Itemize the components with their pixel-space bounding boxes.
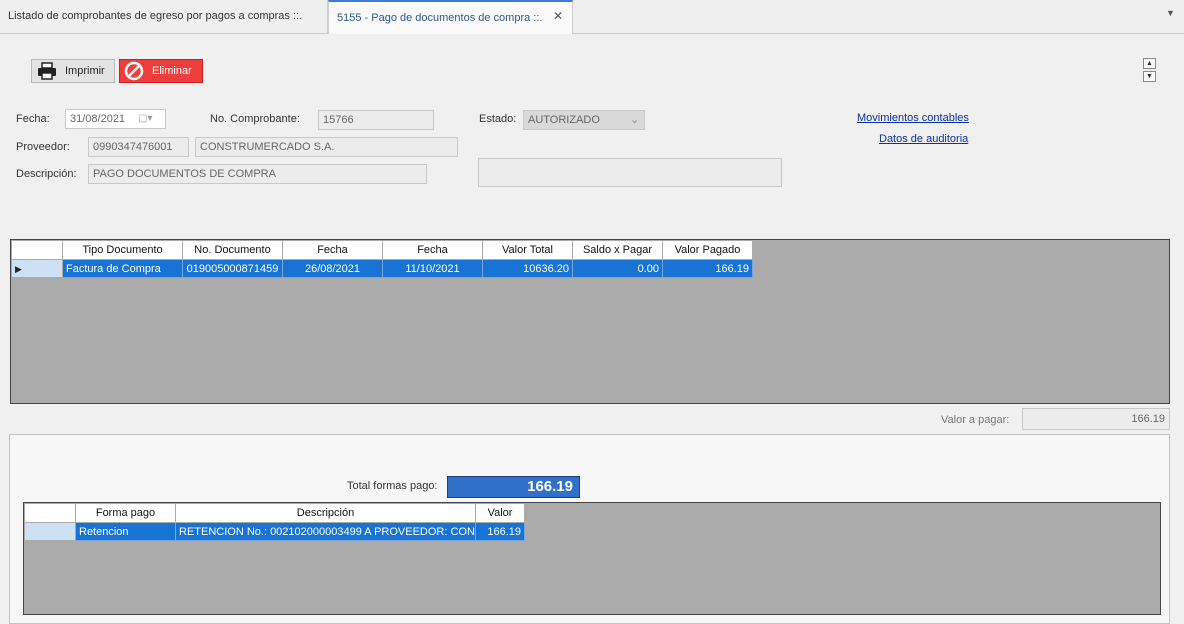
payments-table: Forma pago Descripción Valor Retencion R… (24, 503, 525, 541)
cell-tipo-documento[interactable]: Factura de Compra (62, 259, 183, 278)
estado-value: AUTORIZADO (528, 114, 600, 126)
comprobante-label: No. Comprobante: (210, 113, 300, 125)
prohibited-icon (124, 61, 144, 81)
valor-pagar-label: Valor a pagar: (941, 414, 1010, 426)
chevron-down-icon[interactable]: ▼ (1166, 8, 1175, 18)
printer-icon (38, 62, 56, 80)
total-formas-field[interactable]: 166.19 (447, 476, 580, 498)
cell-saldo-pagar[interactable]: 0.00 (572, 259, 663, 278)
documents-grid[interactable]: Tipo Documento No. Documento Fecha Fecha… (10, 239, 1170, 404)
documents-table: Tipo Documento No. Documento Fecha Fecha… (11, 240, 753, 278)
col-tipo-documento[interactable]: Tipo Documento (62, 240, 183, 260)
descripcion-label: Descripción: (16, 168, 77, 180)
payments-header-row: Forma pago Descripción Valor (24, 503, 525, 523)
tab-strip: Listado de comprobantes de egreso por pa… (0, 0, 1184, 34)
chevron-down-icon: ⌄ (630, 114, 640, 126)
delete-button[interactable]: Eliminar (119, 59, 203, 83)
estado-label: Estado: (479, 113, 517, 125)
cell-fecha-vencimiento[interactable]: 11/10/2021 (382, 259, 483, 278)
cell-descripcion[interactable]: RETENCION No.: 002102000003499 A PROVEED… (175, 522, 476, 541)
col-valor-total[interactable]: Valor Total (482, 240, 573, 260)
movimientos-contables-link[interactable]: Movimientos contables (857, 112, 969, 124)
table-row[interactable]: Retencion RETENCION No.: 002102000003499… (24, 522, 525, 541)
valor-pagar-field[interactable]: 166.19 (1022, 408, 1170, 430)
table-row[interactable]: ▶ Factura de Compra 019005000871459 26/0… (11, 259, 753, 278)
cell-valor-pagado[interactable]: 166.19 (662, 259, 753, 278)
col-valor[interactable]: Valor (475, 503, 525, 523)
cell-forma-pago[interactable]: Retencion (75, 522, 176, 541)
col-saldo-pagar[interactable]: Saldo x Pagar (572, 240, 663, 260)
row-indicator-header (24, 503, 76, 523)
col-valor-pagado[interactable]: Valor Pagado (662, 240, 753, 260)
col-fecha[interactable]: Fecha (282, 240, 383, 260)
tab-listado-comprobantes[interactable]: Listado de comprobantes de egreso por pa… (0, 0, 328, 33)
delete-label: Eliminar (152, 65, 192, 77)
cell-fecha[interactable]: 26/08/2021 (282, 259, 383, 278)
fecha-field[interactable]: 31/08/2021 ▢▾ (65, 109, 166, 129)
fecha-label: Fecha: (16, 113, 50, 125)
col-fecha-vencimiento[interactable]: Fecha (382, 240, 483, 260)
fecha-value: 31/08/2021 (70, 113, 126, 125)
observacion-field[interactable] (478, 158, 782, 187)
cell-no-documento[interactable]: 019005000871459 (182, 259, 283, 278)
datos-auditoria-link[interactable]: Datos de auditoria (879, 133, 968, 145)
comprobante-field[interactable]: 15766 (318, 110, 434, 130)
documents-header-row: Tipo Documento No. Documento Fecha Fecha… (11, 240, 753, 260)
triangle-right-icon: ▶ (15, 263, 22, 274)
close-icon[interactable]: ✕ (553, 9, 563, 23)
proveedor-label: Proveedor: (16, 141, 70, 153)
calendar-dropdown-icon[interactable]: ▢▾ (138, 110, 152, 128)
cell-valor[interactable]: 166.19 (475, 522, 525, 541)
row-indicator-header (11, 240, 63, 260)
payments-grid[interactable]: Forma pago Descripción Valor Retencion R… (23, 502, 1161, 615)
scroll-down-icon[interactable]: ▼ (1143, 71, 1156, 82)
row-indicator[interactable] (24, 522, 76, 541)
row-indicator[interactable]: ▶ (11, 259, 63, 278)
print-button[interactable]: Imprimir (31, 59, 115, 83)
col-no-documento[interactable]: No. Documento (182, 240, 283, 260)
proveedor-ruc-field[interactable]: 0990347476001 (88, 137, 189, 157)
print-label: Imprimir (65, 65, 105, 77)
scroll-up-icon[interactable]: ▲ (1143, 58, 1156, 69)
estado-select[interactable]: AUTORIZADO ⌄ (523, 110, 645, 130)
col-descripcion[interactable]: Descripción (175, 503, 476, 523)
descripcion-field[interactable]: PAGO DOCUMENTOS DE COMPRA (88, 164, 427, 184)
proveedor-name-field[interactable]: CONSTRUMERCADO S.A. (195, 137, 458, 157)
col-forma-pago[interactable]: Forma pago (75, 503, 176, 523)
tab-pago-documentos[interactable]: 5155 - Pago de documentos de compra ::. (328, 0, 573, 34)
total-formas-label: Total formas pago: (347, 480, 438, 492)
cell-valor-total[interactable]: 10636.20 (482, 259, 573, 278)
